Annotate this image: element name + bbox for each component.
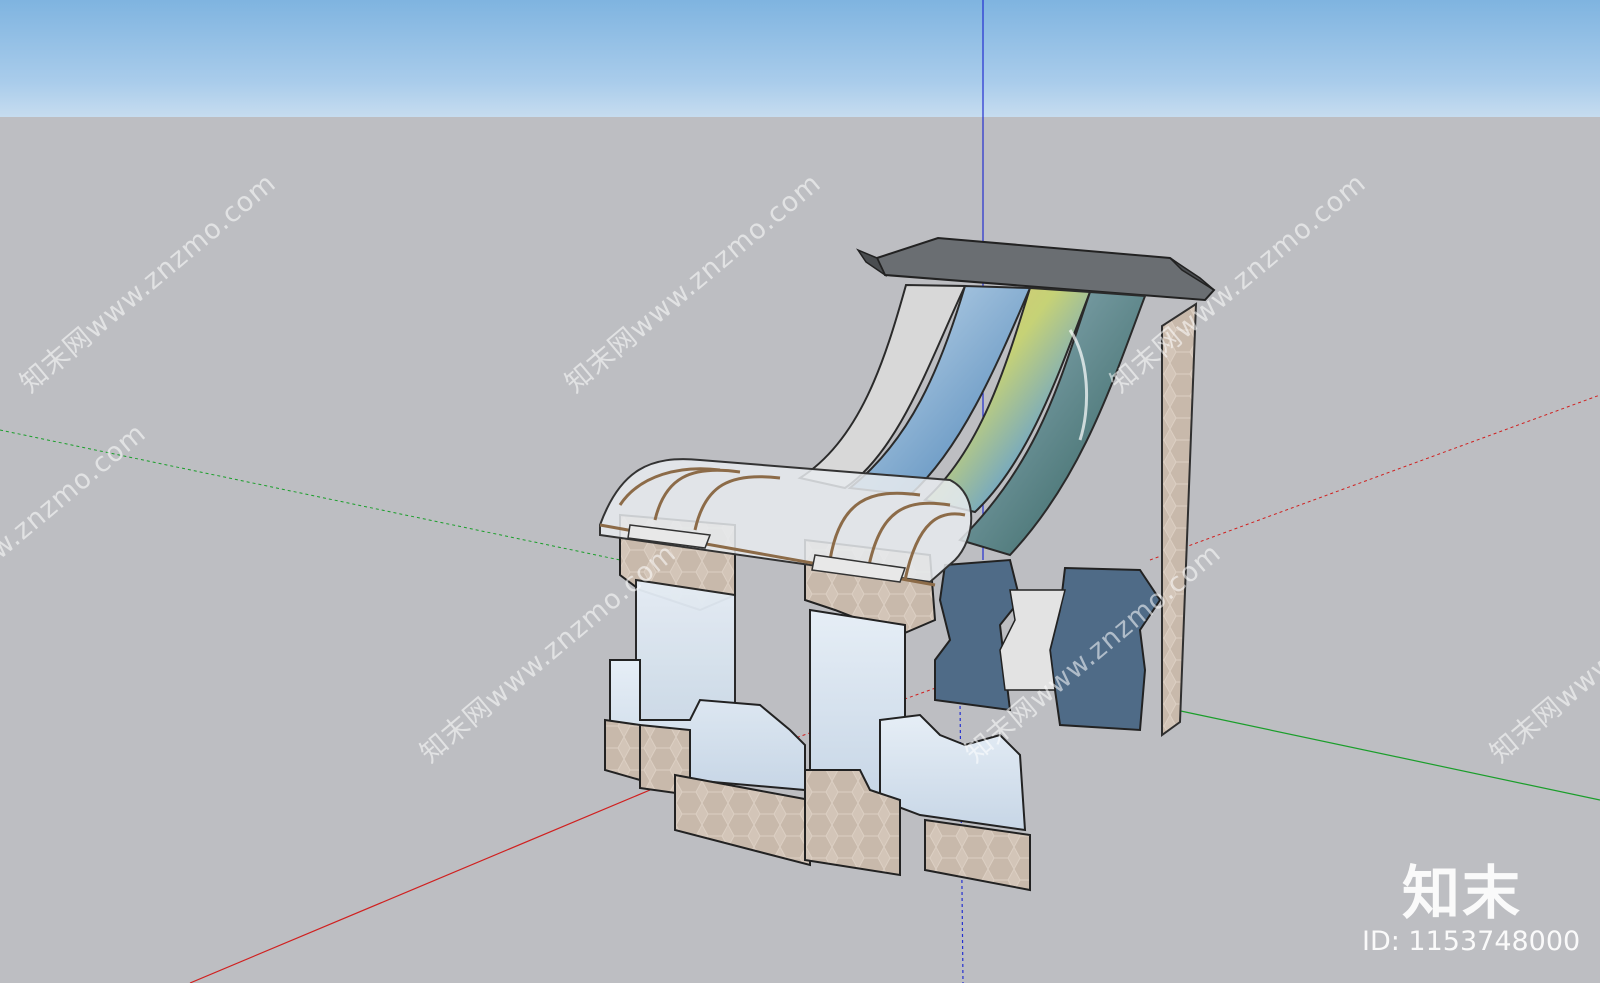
back-stone-wall [1161,302,1198,737]
brand-logo-text: 知末 [1402,859,1523,927]
3d-garden-wall-model[interactable] [599,236,1216,892]
sketchup-viewport[interactable]: 知末网www.znzmo.com 知末网www.znzmo.com 知末网www… [0,0,1600,983]
model-id-label: ID: 1153748000 [1362,926,1581,957]
model-scene[interactable] [0,0,1600,983]
